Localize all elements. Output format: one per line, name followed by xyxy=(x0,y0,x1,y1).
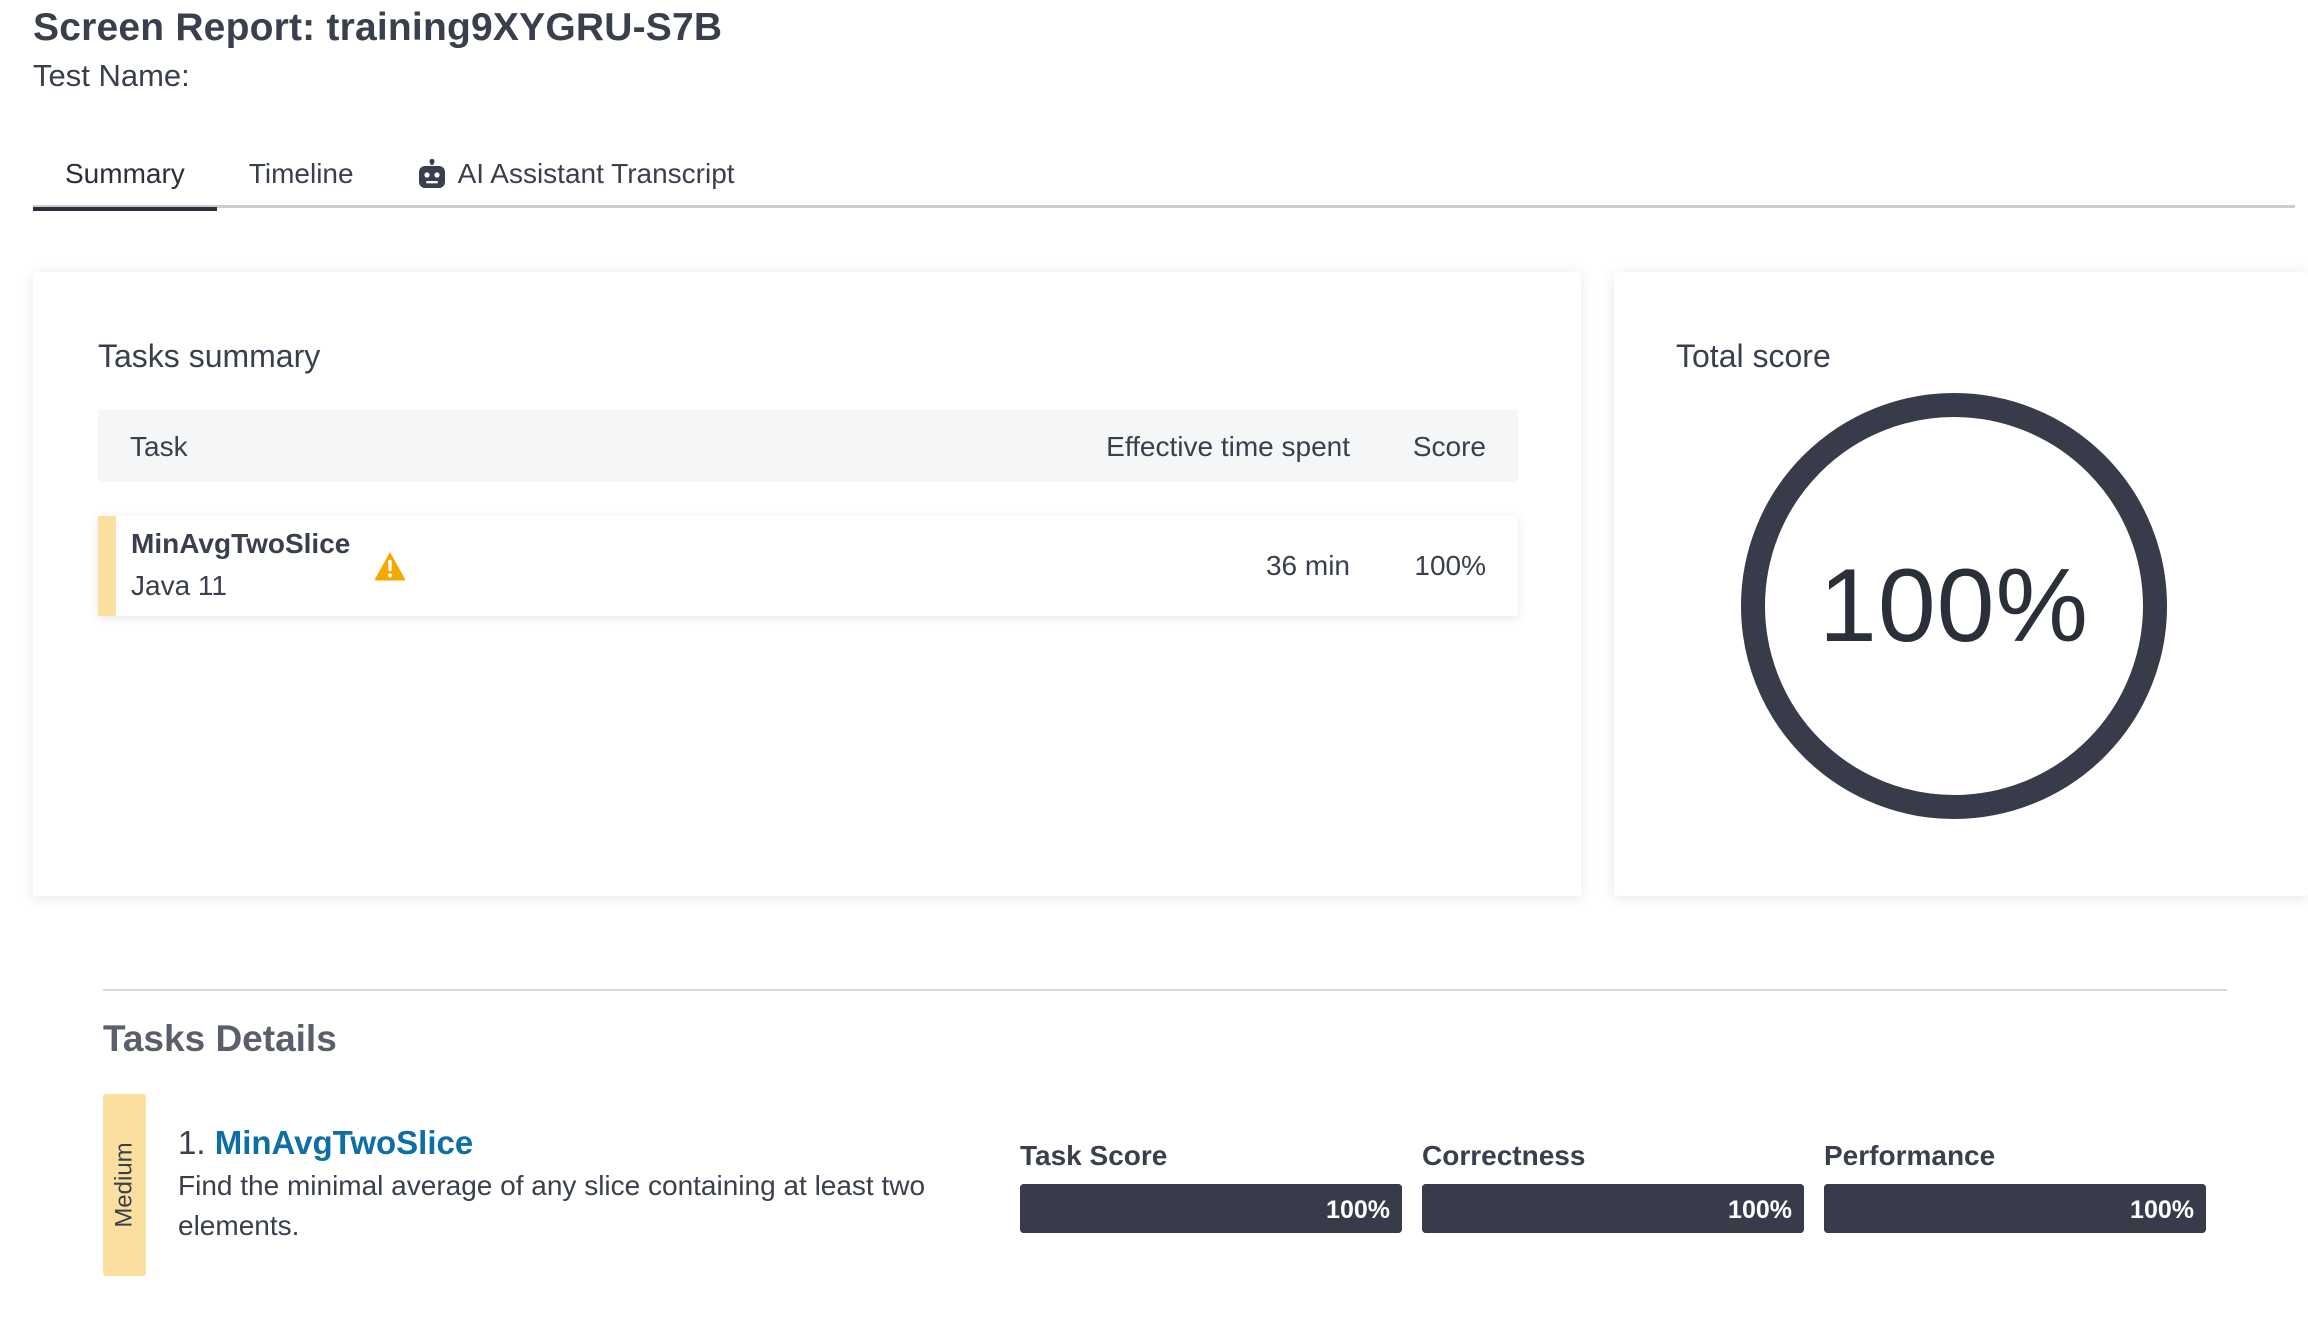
tasks-table-header: Task Effective time spent Score xyxy=(98,410,1518,482)
metric-correctness: Correctness 100% xyxy=(1422,1140,1804,1233)
tab-summary[interactable]: Summary xyxy=(33,140,217,211)
task-detail-heading: 1. MinAvgTwoSlice xyxy=(178,1124,473,1162)
tasks-summary-title: Tasks summary xyxy=(98,338,321,374)
section-divider xyxy=(103,989,2227,991)
total-score-title: Total score xyxy=(1676,338,1831,374)
screen-report-page: Screen Report: training9XYGRU-S7B Test N… xyxy=(0,0,2308,1336)
test-name-label: Test Name: xyxy=(33,58,190,93)
task-name: MinAvgTwoSlice xyxy=(131,528,351,559)
task-score: 100% xyxy=(1414,550,1486,581)
tab-ai-assistant-label: AI Assistant Transcript xyxy=(457,158,735,189)
task-time-spent: 36 min xyxy=(1265,550,1350,581)
tab-ai-assistant-transcript[interactable]: AI Assistant Transcript xyxy=(386,140,767,208)
tasks-details-title: Tasks Details xyxy=(103,1018,337,1059)
metric-value: 100% xyxy=(2130,1196,2194,1224)
progress-bar: 100% xyxy=(1020,1184,1402,1233)
tasks-summary-card: Tasks summary Task Effective time spent … xyxy=(33,272,1581,896)
tab-bar: Summary Timeline AI Assistant Transcript xyxy=(33,140,2295,211)
task-description: Find the minimal average of any slice co… xyxy=(178,1170,926,1241)
robot-icon xyxy=(418,159,446,189)
metric-value: 100% xyxy=(1728,1196,1792,1224)
column-header-score: Score xyxy=(1412,431,1486,462)
difficulty-badge: Medium xyxy=(103,1094,146,1276)
total-score-card: Total score 100% xyxy=(1614,272,2308,896)
progress-bar: 100% xyxy=(1422,1184,1804,1233)
metric-task-score: Task Score 100% xyxy=(1020,1140,1402,1233)
column-header-time: Effective time spent xyxy=(1106,431,1350,462)
tab-timeline[interactable]: Timeline xyxy=(217,140,386,208)
task-detail-link[interactable]: MinAvgTwoSlice xyxy=(215,1124,474,1161)
metric-value: 100% xyxy=(1326,1196,1390,1224)
metric-label: Correctness xyxy=(1422,1140,1586,1171)
tab-timeline-label: Timeline xyxy=(248,158,354,189)
metric-label: Task Score xyxy=(1020,1140,1168,1171)
metric-label: Performance xyxy=(1824,1140,1996,1171)
progress-bar: 100% xyxy=(1824,1184,2206,1233)
total-score-value: 100% xyxy=(1819,547,2089,664)
table-row[interactable]: MinAvgTwoSlice Java 11 36 min 100% xyxy=(98,516,1518,616)
warning-icon xyxy=(374,551,406,581)
task-number: 1. xyxy=(178,1124,206,1161)
metric-performance: Performance 100% xyxy=(1824,1140,2206,1233)
page-title: Screen Report: training9XYGRU-S7B xyxy=(33,6,723,49)
difficulty-label: Medium xyxy=(110,1142,138,1228)
column-header-task: Task xyxy=(130,431,188,462)
tab-summary-label: Summary xyxy=(65,157,185,189)
task-language: Java 11 xyxy=(131,570,227,601)
